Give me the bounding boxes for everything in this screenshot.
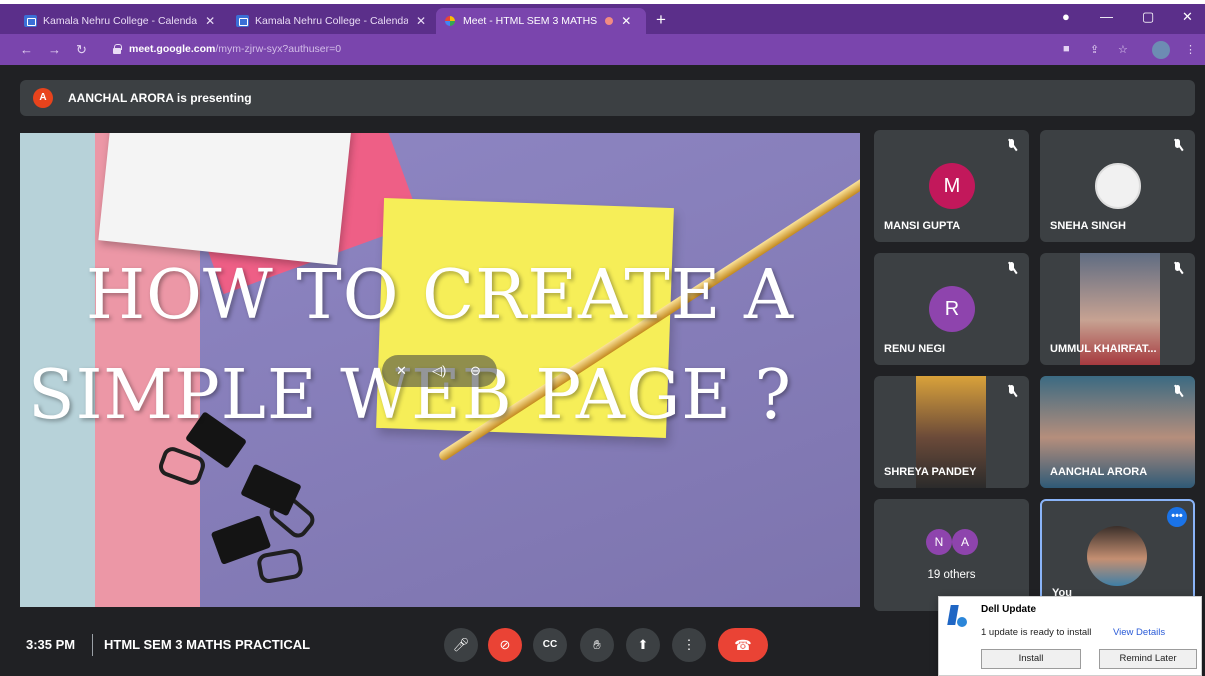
- back-icon[interactable]: ←: [20, 42, 33, 57]
- others-tile[interactable]: N A 19 others: [874, 499, 1029, 611]
- participant-tile[interactable]: SHREYA PANDEY: [874, 376, 1029, 488]
- tab-calendar-2[interactable]: Kamala Nehru College - Calenda ✕: [228, 8, 434, 34]
- tab-title: Meet - HTML SEM 3 MATHS: [463, 15, 598, 27]
- profile-dot-icon[interactable]: ●: [1062, 9, 1070, 24]
- participant-avatar: R: [929, 286, 975, 332]
- mic-off-icon: [1171, 384, 1185, 398]
- meet-icon: [444, 15, 457, 27]
- participant-avatar: M: [929, 163, 975, 209]
- self-video: [1087, 526, 1147, 586]
- share-icon[interactable]: ⇪: [1090, 43, 1099, 56]
- others-avatar: A: [952, 529, 978, 555]
- dell-update-icon: [947, 605, 967, 629]
- recording-dot-icon: [605, 17, 614, 25]
- participant-name: RENU NEGI: [884, 343, 946, 355]
- close-tab-icon[interactable]: ✕: [205, 14, 215, 28]
- microphone-button[interactable]: 🎤︎: [444, 628, 478, 662]
- presenting-text: AANCHAL ARORA is presenting: [68, 91, 252, 105]
- tab-meet[interactable]: Meet - HTML SEM 3 MATHS ✕: [436, 8, 646, 34]
- lock-icon: [113, 44, 122, 54]
- presenter-avatar: A: [33, 88, 53, 108]
- view-details-link[interactable]: View Details: [1113, 627, 1165, 638]
- participant-tile[interactable]: R RENU NEGI: [874, 253, 1029, 365]
- restore-icon[interactable]: ▢: [1142, 9, 1154, 25]
- profile-avatar[interactable]: [1152, 41, 1170, 59]
- mic-off-icon: [1005, 384, 1019, 398]
- close-tab-icon[interactable]: ✕: [621, 14, 631, 28]
- new-tab-button[interactable]: +: [656, 10, 666, 30]
- others-avatar: N: [926, 529, 952, 555]
- stage-controls: ✕ ◁) ⊖: [382, 355, 497, 387]
- url-text: meet.google.com/mym-zjrw-syx?authuser=0: [129, 43, 342, 55]
- sketch-avatar: [1095, 163, 1141, 209]
- present-button[interactable]: ⬆: [626, 628, 660, 662]
- participant-tile[interactable]: AANCHAL ARORA: [1040, 376, 1195, 488]
- mic-off-icon: [1005, 138, 1019, 152]
- menu-dots-icon[interactable]: ⋮: [1185, 43, 1196, 56]
- volume-icon[interactable]: ◁): [432, 363, 446, 379]
- notification-body: 1 update is ready to install: [981, 627, 1092, 638]
- mic-off-icon: [1171, 138, 1185, 152]
- participant-name: SHREYA PANDEY: [884, 466, 977, 478]
- slide-title-line-1: HOW TO CREATE A: [85, 256, 795, 335]
- calendar-icon: [236, 15, 249, 27]
- notification-title: Dell Update: [981, 604, 1037, 615]
- self-tile[interactable]: ••• You: [1040, 499, 1195, 611]
- participant-name: UMMUL KHAIRFAT...: [1050, 343, 1157, 355]
- tab-title: Kamala Nehru College - Calenda: [43, 15, 198, 27]
- close-tab-icon[interactable]: ✕: [416, 14, 426, 28]
- camera-off-button[interactable]: ⊘: [488, 628, 522, 662]
- url-field[interactable]: meet.google.com/mym-zjrw-syx?authuser=0: [105, 40, 1045, 60]
- reload-icon[interactable]: ↻: [76, 42, 87, 58]
- mic-off-icon: [1171, 261, 1185, 275]
- participant-tile[interactable]: SNEHA SINGH: [1040, 130, 1195, 242]
- window-close-icon[interactable]: ✕: [1182, 9, 1193, 25]
- minimize-presentation-icon[interactable]: ⊖: [470, 363, 481, 379]
- dell-update-notification: Dell Update 1 update is ready to install…: [938, 596, 1202, 676]
- meeting-time: 3:35 PM: [26, 637, 76, 652]
- participant-name: SNEHA SINGH: [1050, 220, 1126, 232]
- calendar-icon: [24, 15, 37, 27]
- remind-later-button[interactable]: Remind Later: [1099, 649, 1197, 669]
- captions-button[interactable]: CC: [533, 628, 567, 662]
- meeting-name: HTML SEM 3 MATHS PRACTICAL: [104, 637, 311, 652]
- presentation-stage: HOW TO CREATE A SIMPLE WEB PAGE ? ✕ ◁) ⊖: [20, 133, 860, 607]
- participant-tile[interactable]: M MANSI GUPTA: [874, 130, 1029, 242]
- end-call-button[interactable]: ☎︎: [718, 628, 768, 662]
- install-button[interactable]: Install: [981, 649, 1081, 669]
- others-count: 19 others: [927, 569, 976, 581]
- tab-calendar-1[interactable]: Kamala Nehru College - Calenda ✕: [16, 8, 226, 34]
- participant-tile[interactable]: UMMUL KHAIRFAT...: [1040, 253, 1195, 365]
- more-options-icon[interactable]: •••: [1167, 507, 1187, 527]
- unpin-icon[interactable]: ✕: [396, 363, 407, 379]
- address-bar: ← → ↻ meet.google.com/mym-zjrw-syx?authu…: [0, 34, 1205, 65]
- tab-bar: Kamala Nehru College - Calenda ✕ Kamala …: [0, 4, 1205, 34]
- minimize-icon[interactable]: —: [1100, 9, 1113, 24]
- participant-name: MANSI GUPTA: [884, 220, 961, 232]
- tab-title: Kamala Nehru College - Calenda: [255, 15, 408, 27]
- more-options-button[interactable]: ⋮: [672, 628, 706, 662]
- mic-off-icon: [1005, 261, 1019, 275]
- bookmark-star-icon[interactable]: ☆: [1118, 43, 1128, 56]
- participant-name: AANCHAL ARORA: [1050, 466, 1148, 478]
- camera-indicator-icon[interactable]: ■: [1063, 43, 1070, 55]
- divider: [92, 634, 93, 656]
- forward-icon[interactable]: →: [48, 42, 61, 57]
- presenting-banner: A AANCHAL ARORA is presenting: [20, 80, 1195, 116]
- raise-hand-button[interactable]: ✋︎: [580, 628, 614, 662]
